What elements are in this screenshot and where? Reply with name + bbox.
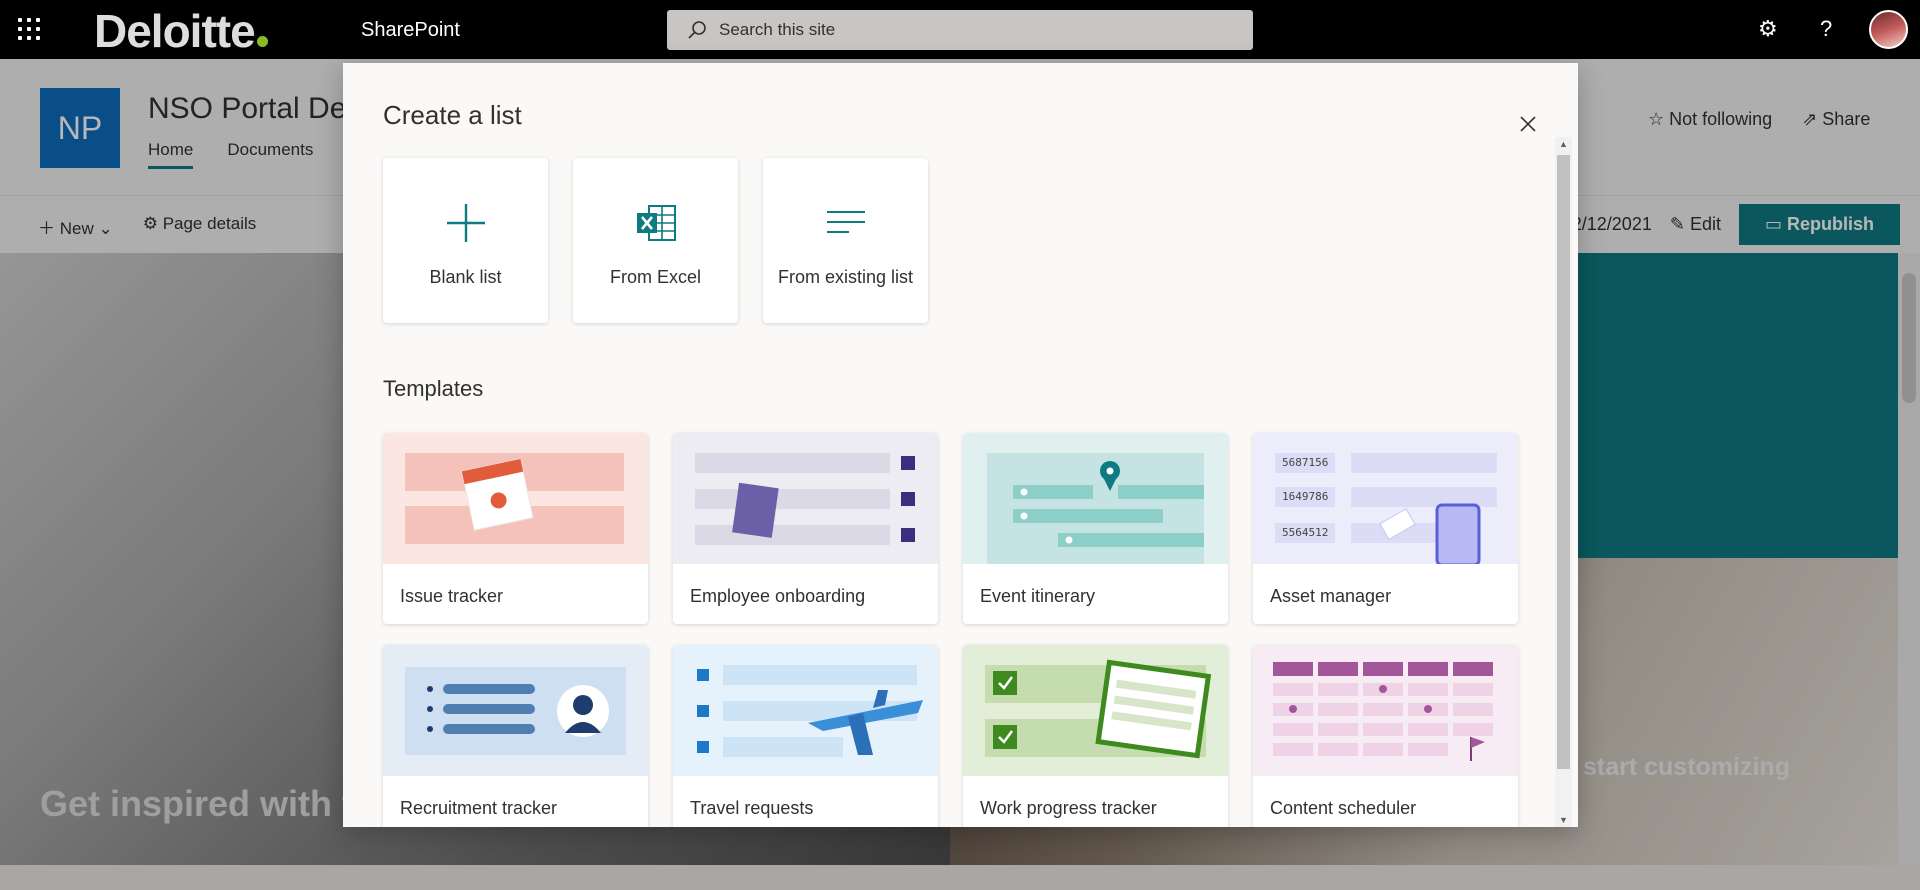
scroll-up-arrow[interactable]: ▲ (1559, 139, 1568, 149)
asset-manager-label: Asset manager (1270, 586, 1392, 606)
from-excel-label: From Excel (609, 267, 701, 287)
template-work-progress-tracker[interactable]: Work progress tracker (963, 645, 1228, 827)
create-list-dialog: Create a list Blank list From Excel From… (343, 63, 1578, 827)
travel-requests-illustration (673, 645, 938, 776)
lines-icon (826, 211, 865, 233)
issue-tracker-illustration (383, 433, 648, 564)
templates-grid: Issue tracker Employee onboarding Event … (383, 433, 1523, 827)
from-existing-list-option[interactable]: From existing list (763, 158, 928, 323)
template-event-itinerary[interactable]: Event itinerary (963, 433, 1228, 624)
content-scheduler-label: Content scheduler (1270, 798, 1417, 818)
employee-onboarding-illustration (673, 433, 938, 564)
app-launcher-waffle-icon[interactable] (18, 18, 40, 40)
avatar[interactable] (1869, 10, 1908, 49)
template-asset-manager[interactable]: 5687156 1649786 5564512 Asset manager (1253, 433, 1518, 624)
excel-icon (636, 205, 676, 241)
travel-requests-label: Travel requests (690, 798, 814, 818)
employee-onboarding-label: Employee onboarding (690, 586, 866, 606)
scroll-down-arrow[interactable]: ▼ (1559, 815, 1568, 825)
close-icon[interactable] (1517, 113, 1539, 135)
templates-heading: Templates (383, 376, 484, 401)
deloitte-logo[interactable]: Deloitte (94, 4, 268, 58)
search-box[interactable]: Search this site (667, 10, 1253, 50)
issue-tracker-label: Issue tracker (400, 586, 504, 606)
template-travel-requests[interactable]: Travel requests (673, 645, 938, 827)
from-excel-option[interactable]: From Excel (573, 158, 738, 323)
content-scheduler-illustration (1253, 645, 1518, 776)
recruitment-tracker-illustration (383, 645, 648, 776)
blank-list-option[interactable]: Blank list (383, 158, 548, 323)
create-options: Blank list From Excel From existing list (383, 158, 928, 323)
work-progress-tracker-label: Work progress tracker (980, 798, 1157, 818)
logo-dot (256, 36, 268, 47)
plus-icon (446, 204, 485, 242)
from-existing-list-label: From existing list (777, 267, 914, 287)
dialog-title: Create a list (383, 100, 522, 130)
template-content-scheduler[interactable]: Content scheduler (1253, 645, 1518, 827)
suite-app-name[interactable]: SharePoint (361, 19, 460, 42)
dialog-scrollbar[interactable]: ▲ ▼ (1555, 137, 1572, 827)
work-progress-tracker-illustration (963, 645, 1228, 776)
dialog-scrollbar-thumb[interactable] (1557, 155, 1570, 769)
blank-list-label: Blank list (429, 267, 502, 287)
suite-bar: Deloitte SharePoint Search this site ⚙ ? (0, 0, 1920, 59)
search-placeholder: Search this site (719, 20, 836, 39)
recruitment-tracker-label: Recruitment tracker (400, 798, 558, 818)
event-itinerary-label: Event itinerary (980, 586, 1096, 606)
gear-icon[interactable]: ⚙ (1758, 16, 1778, 42)
template-issue-tracker[interactable]: Issue tracker (383, 433, 648, 624)
event-itinerary-illustration (963, 433, 1228, 564)
template-recruitment-tracker[interactable]: Recruitment tracker (383, 645, 648, 827)
asset-manager-illustration: 5687156 1649786 5564512 (1253, 433, 1518, 564)
search-icon (688, 21, 706, 39)
help-icon[interactable]: ? (1820, 16, 1832, 42)
template-employee-onboarding[interactable]: Employee onboarding (673, 433, 938, 624)
